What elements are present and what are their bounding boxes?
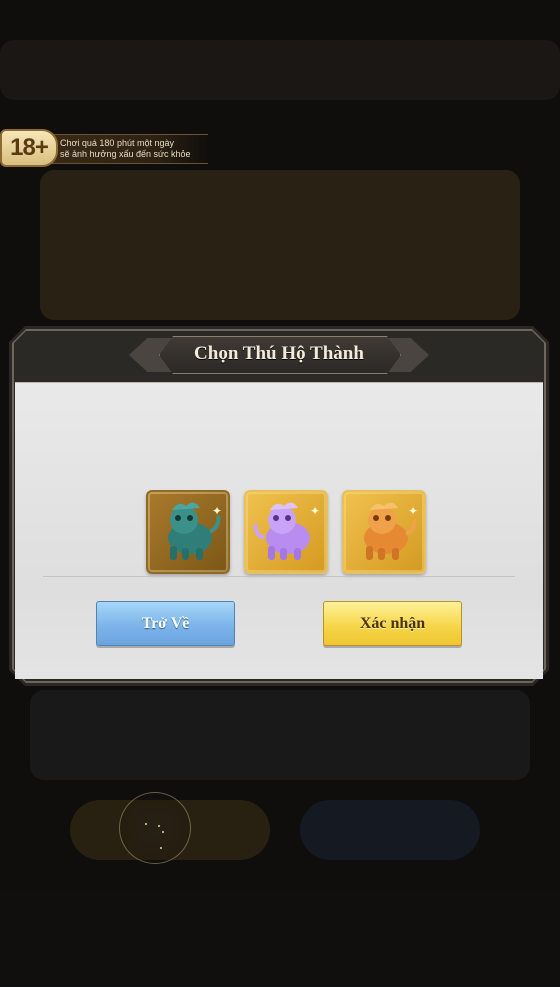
joystick-sparkle [158,825,160,827]
pet-card-purple[interactable]: ✦ [244,490,328,574]
sparkle-icon: ✦ [310,504,321,518]
virtual-joystick [119,792,191,864]
pet-card-orange[interactable]: ✦ [342,490,426,574]
pet-selection-list: ✦ ✦ ✦ [146,490,426,574]
health-warning-line-1: Chơi quá 180 phút một ngày [60,138,174,148]
health-warning-line-2: sẽ ảnh hưởng xấu đến sức khỏe [60,149,191,159]
sparkle-icon: ✦ [408,504,419,518]
age-rating-badge: 18+ [0,129,58,167]
confirm-button[interactable]: Xác nhận [323,601,462,646]
choose-guardian-dialog: Chọn Thú Hộ Thành ✦ ✦ ✦ Trở Về Xác nhận [9,326,549,686]
joystick-sparkle [162,831,164,833]
dialog-content-panel: ✦ ✦ ✦ [15,382,543,679]
health-warning-text: Chơi quá 180 phút một ngày sẽ ảnh hưởng … [60,138,210,160]
joystick-sparkle [145,823,147,825]
dialog-title: Chọn Thú Hộ Thành [194,343,364,364]
content-divider [43,576,515,577]
back-button[interactable]: Trở Về [96,601,235,646]
sparkle-icon: ✦ [212,504,223,518]
dialog-title-bar: Chọn Thú Hộ Thành [9,326,549,382]
pet-card-teal[interactable]: ✦ [146,490,230,574]
joystick-sparkle [160,847,162,849]
age-rating-notice: 18+ Chơi quá 180 phút một ngày sẽ ảnh hư… [0,128,210,167]
